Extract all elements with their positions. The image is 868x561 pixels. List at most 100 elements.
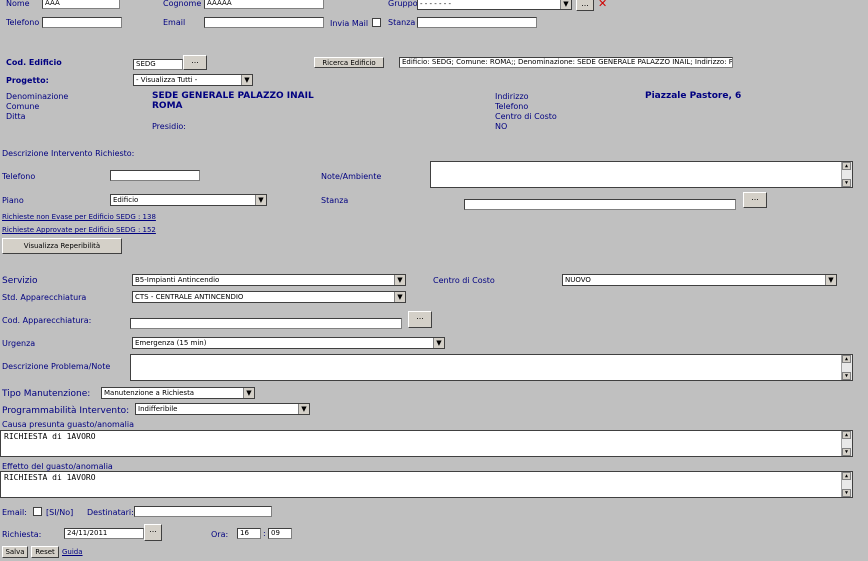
richieste-non-evase-link[interactable]: Richieste non Evase per Edificio SEDG : …	[2, 213, 156, 221]
descrizione-intervento-label: Descrizione Intervento Richiesto:	[2, 149, 135, 158]
guida-link[interactable]: Guida	[62, 548, 83, 556]
servizio-select[interactable]: B5-Impianti Antincendio ▼	[132, 274, 406, 286]
chevron-down-icon: ▼	[560, 0, 571, 9]
scroll-down-icon[interactable]: ▼	[842, 372, 851, 380]
richieste-approvate-link[interactable]: Richieste Approvate per Edificio SEDG : …	[2, 226, 156, 234]
ora-separator: :	[263, 529, 266, 538]
causa-value: RICHIESTA di 1AVORO	[4, 432, 96, 441]
scrollbar[interactable]: ▲ ▼	[841, 472, 852, 497]
email-label: Email	[163, 18, 186, 27]
email-checkbox[interactable]	[33, 507, 42, 516]
calendar-button[interactable]: ...	[144, 524, 162, 541]
nome-input[interactable]: AAA	[42, 0, 120, 9]
destinatari-label: Destinatari:	[87, 508, 134, 517]
causa-textarea[interactable]: RICHIESTA di 1AVORO ▲ ▼	[0, 430, 853, 457]
ricerca-edificio-button[interactable]: Ricerca Edificio	[314, 57, 384, 68]
stanza-label: Stanza	[388, 18, 416, 27]
chevron-down-icon: ▼	[255, 195, 266, 205]
chevron-down-icon: ▼	[433, 338, 444, 348]
cod-apparecchiatura-label: Cod. Apparecchiatura:	[2, 316, 92, 325]
centro-costo-label: Centro di Costo	[433, 276, 495, 285]
cod-apparecchiatura-browse-button[interactable]: ...	[408, 311, 432, 328]
cognome-input[interactable]: AAAAA	[204, 0, 324, 9]
ora-minuti-input[interactable]: 09	[268, 528, 292, 539]
servizio-value: B5-Impianti Antincendio	[135, 276, 220, 284]
invia-mail-checkbox[interactable]	[372, 18, 381, 27]
cod-edificio-input[interactable]: SEDG	[133, 59, 183, 70]
tipo-manutenzione-value: Manutenzione a Richiesta	[104, 389, 195, 397]
edificio-info-field[interactable]: Edificio: SEDG; Comune: ROMA;; Denominaz…	[399, 57, 733, 68]
programmabilita-select[interactable]: Indifferibile ▼	[135, 403, 310, 415]
reset-button[interactable]: Reset	[31, 546, 59, 558]
note-ambiente-textarea[interactable]: ▲ ▼	[430, 161, 853, 188]
scroll-down-icon[interactable]: ▼	[842, 448, 851, 456]
scroll-up-icon[interactable]: ▲	[842, 355, 851, 363]
std-apparecchiatura-select[interactable]: CTS - CENTRALE ANTINCENDIO ▼	[132, 291, 406, 303]
progetto-label: Progetto:	[6, 76, 49, 85]
visualizza-reperibilita-button[interactable]: Visualizza Reperibilità	[2, 238, 122, 254]
invia-mail-label: Invia Mail	[330, 19, 369, 28]
salva-button[interactable]: Salva	[2, 546, 28, 558]
ditta-label: Ditta	[6, 112, 26, 121]
comune-value: ROMA	[152, 101, 183, 111]
effetto-value: RICHIESTA di 1AVORO	[4, 473, 96, 482]
destinatari-input[interactable]	[134, 506, 272, 517]
servizio-label: Servizio	[2, 276, 38, 286]
data-richiesta-input[interactable]: 24/11/2011	[64, 528, 144, 539]
richiesta-label: Richiesta:	[2, 530, 42, 539]
presidio-label: Presidio:	[152, 122, 186, 131]
indirizzo-label: Indirizzo	[495, 92, 529, 101]
urgenza-select[interactable]: Emergenza (15 min) ▼	[132, 337, 445, 349]
scroll-down-icon[interactable]: ▼	[842, 489, 851, 497]
telefono-richiesta-label: Telefono	[2, 172, 36, 181]
effetto-label: Effetto del guasto/anomalia	[2, 462, 113, 471]
tipo-manutenzione-select[interactable]: Manutenzione a Richiesta ▼	[101, 387, 255, 399]
scrollbar[interactable]: ▲ ▼	[841, 355, 852, 380]
cognome-label: Cognome	[163, 0, 202, 8]
piano-select[interactable]: Edificio ▼	[110, 194, 267, 206]
chevron-down-icon: ▼	[394, 275, 405, 285]
scrollbar[interactable]: ▲ ▼	[841, 431, 852, 456]
scroll-up-icon[interactable]: ▲	[842, 472, 851, 480]
std-apparecchiatura-value: CTS - CENTRALE ANTINCENDIO	[135, 293, 244, 301]
descrizione-problema-textarea[interactable]: ▲ ▼	[130, 354, 853, 381]
cod-edificio-browse-button[interactable]: ...	[183, 55, 207, 70]
chevron-down-icon: ▼	[394, 292, 405, 302]
close-icon[interactable]: ✕	[598, 0, 607, 10]
gruppo-browse-button[interactable]: ...	[576, 0, 594, 11]
email-input[interactable]	[204, 17, 324, 28]
stanza-richiesta-input[interactable]	[464, 199, 736, 210]
tipo-manutenzione-label: Tipo Manutenzione:	[2, 389, 91, 399]
stanza-input[interactable]	[417, 17, 537, 28]
si-no-label: [SI/No]	[46, 508, 74, 517]
telefono-input[interactable]	[42, 17, 122, 28]
telefono-richiesta-input[interactable]	[110, 170, 200, 181]
email-footer-label: Email:	[2, 508, 27, 517]
denominazione-label: Denominazione	[6, 92, 69, 101]
ora-label: Ora:	[211, 530, 229, 539]
progetto-select[interactable]: - Visualizza Tutti - ▼	[133, 74, 253, 86]
centro-costo-edificio-label: Centro di Costo	[495, 112, 557, 121]
stanza-browse-button[interactable]: ...	[743, 192, 767, 208]
scroll-up-icon[interactable]: ▲	[842, 431, 851, 439]
progetto-value: - Visualizza Tutti -	[136, 76, 198, 84]
gruppo-label: Gruppo	[388, 0, 418, 8]
cod-apparecchiatura-input[interactable]	[130, 318, 402, 329]
urgenza-value: Emergenza (15 min)	[135, 339, 207, 347]
gruppo-select[interactable]: - - - - - - - ▼	[417, 0, 572, 10]
descrizione-problema-label: Descrizione Problema/Note	[2, 362, 111, 371]
scroll-down-icon[interactable]: ▼	[842, 179, 851, 187]
centro-costo-select[interactable]: NUOVO ▼	[562, 274, 837, 286]
gruppo-value: - - - - - - -	[420, 0, 452, 8]
note-ambiente-label: Note/Ambiente	[321, 172, 382, 181]
indirizzo-value: Piazzale Pastore, 6	[645, 91, 742, 101]
centro-costo-value: NUOVO	[565, 276, 591, 284]
chevron-down-icon: ▼	[241, 75, 252, 85]
nome-label: Nome	[6, 0, 30, 8]
scrollbar[interactable]: ▲ ▼	[841, 162, 852, 187]
scroll-up-icon[interactable]: ▲	[842, 162, 851, 170]
effetto-textarea[interactable]: RICHIESTA di 1AVORO ▲ ▼	[0, 471, 853, 498]
programmabilita-label: Programmabilità Intervento:	[2, 406, 130, 416]
ora-ore-input[interactable]: 16	[237, 528, 261, 539]
centro-costo-edificio-value: NO	[495, 122, 508, 131]
